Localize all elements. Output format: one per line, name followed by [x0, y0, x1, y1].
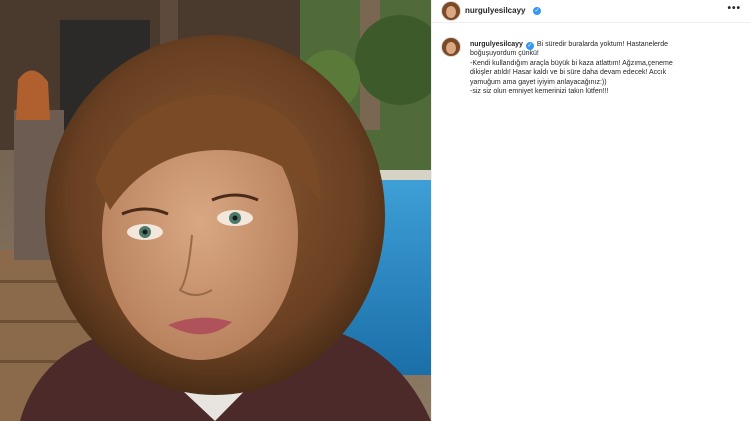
caption-line: boğuşuyordum çünkü! — [470, 50, 539, 58]
post-header: nurgulyesilcayy ✓ ••• — [432, 0, 750, 23]
avatar[interactable] — [442, 2, 460, 20]
post-photo[interactable] — [0, 0, 431, 421]
post-side-panel: nurgulyesilcayy ✓ ••• nurgulyesilcayy ✓ Bi… — [431, 0, 750, 421]
caption-username[interactable]: nurgulyesilcayy — [470, 41, 523, 48]
caption-avatar[interactable] — [442, 38, 460, 56]
selfie-image — [0, 0, 431, 421]
header-username[interactable]: nurgulyesilcayy — [465, 6, 525, 16]
caption-line: nurgulyesilcayy ✓ Bi süredir buralarda yok… — [470, 40, 742, 50]
caption-text: Bi süredir buralarda yoktum! Hastanelerd… — [536, 41, 669, 48]
caption-avatar-image — [442, 38, 460, 56]
caption-line: yamuğum ama gayet iyiyim anlayacağınız:)… — [470, 78, 607, 86]
caption-line: -Kendi kullandığım araçla büyük bi kaza … — [470, 59, 673, 67]
caption-line: dikişler atıldı! Hasar kaldı ve bi süre … — [470, 69, 667, 77]
verified-badge-icon: ✓ — [533, 7, 541, 15]
caption-line: -siz siz olun emniyet kemerinizi takın l… — [470, 88, 609, 96]
more-horizontal-icon[interactable]: ••• — [727, 3, 741, 15]
instagram-post: nurgulyesilcayy ✓ ••• nurgulyesilcayy ✓ Bi… — [0, 0, 750, 421]
post-caption: nurgulyesilcayy ✓ Bi süredir buralarda yok… — [470, 40, 742, 96]
avatar-image — [442, 2, 460, 20]
verified-badge-icon: ✓ — [525, 42, 534, 50]
